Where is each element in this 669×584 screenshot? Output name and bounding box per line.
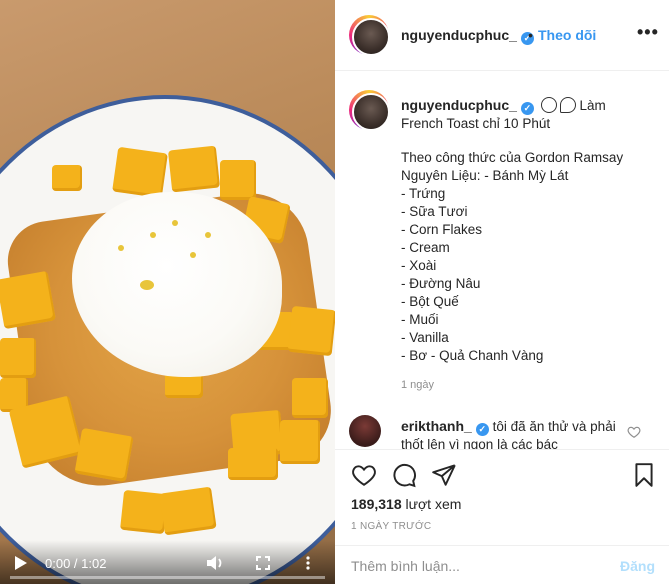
- more-vertical-icon[interactable]: [305, 555, 311, 574]
- save-icon[interactable]: [631, 462, 657, 488]
- caption-line: - Trứng: [401, 186, 446, 201]
- lemon-zest: [118, 245, 124, 251]
- caption-body: Theo công thức của Gordon Ramsay Nguyên …: [401, 149, 623, 365]
- volume-icon[interactable]: [206, 555, 224, 574]
- fullscreen-icon[interactable]: [255, 555, 271, 574]
- mango-piece: [159, 486, 217, 536]
- caption-line: - Đường Nâu: [401, 276, 481, 291]
- post-side-panel: nguyenducphuc_ ✓ • Theo dõi ••• nguyenduc…: [335, 0, 669, 584]
- caption-line: - Sữa Tươi: [401, 204, 468, 219]
- lemon-zest: [150, 232, 156, 238]
- caption-line: Theo công thức của Gordon Ramsay: [401, 150, 624, 165]
- commenter-avatar[interactable]: [349, 415, 381, 447]
- caption-age[interactable]: 1 ngày: [401, 379, 434, 391]
- share-icon[interactable]: [431, 462, 457, 488]
- caption-line: - Muối: [401, 312, 439, 327]
- mango-piece: [280, 420, 320, 464]
- caption-line: - Cream: [401, 240, 450, 255]
- comment-input[interactable]: [351, 556, 601, 576]
- lemon-zest: [205, 232, 211, 238]
- comments-section[interactable]: nguyenducphuc_ ✓ Làm French Toast chỉ 10 …: [335, 71, 669, 449]
- mango-piece: [52, 165, 82, 191]
- add-comment-bar: Đăng: [335, 545, 669, 584]
- caption-line: - Xoài: [401, 258, 437, 273]
- face-emoji-icon: [540, 97, 557, 113]
- caption-line: - Corn Flakes: [401, 222, 483, 237]
- mango-piece: [228, 448, 278, 480]
- caption-title-1: Làm: [579, 98, 606, 113]
- commenter-username[interactable]: erikthanh_ ✓: [401, 418, 489, 436]
- caption-line: Nguyên Liệu: - Bánh Mỳ Lát: [401, 168, 569, 183]
- magnifier-emoji-icon: [559, 97, 576, 113]
- caption-username[interactable]: nguyenducphuc_ ✓: [401, 97, 534, 115]
- comment-item: erikthanh_ ✓ tôi đã ăn thử và phải thốt l…: [401, 417, 631, 449]
- post-video[interactable]: 0:00 / 1:02: [0, 0, 335, 584]
- lemon-zest: [172, 220, 178, 226]
- post-comment-button[interactable]: Đăng: [620, 558, 655, 574]
- caption-line: - Vanilla: [401, 330, 449, 345]
- post-time[interactable]: 1 NGÀY TRƯỚC: [351, 521, 431, 532]
- post-header: nguyenducphuc_ ✓ • Theo dõi •••: [335, 0, 669, 71]
- lemon-zest: [190, 252, 196, 258]
- follow-button[interactable]: Theo dõi: [538, 27, 596, 43]
- caption-avatar[interactable]: [349, 90, 390, 131]
- instagram-post-modal: 0:00 / 1:02 nguyenducphuc_ ✓ • Theo dõi •…: [0, 0, 669, 584]
- mango-piece: [74, 427, 134, 483]
- video-controls: 0:00 / 1:02: [0, 540, 335, 584]
- mango-piece: [0, 270, 56, 330]
- lemon-zest: [140, 280, 154, 290]
- like-icon[interactable]: [351, 462, 377, 488]
- mango-piece: [292, 378, 328, 418]
- author-username[interactable]: nguyenducphuc_ ✓: [401, 27, 534, 45]
- video-time: 0:00 / 1:02: [45, 556, 107, 571]
- caption-line: - Bơ - Quả Chanh Vàng: [401, 348, 544, 363]
- separator-dot: •: [528, 27, 533, 43]
- mango-piece: [287, 305, 335, 357]
- verified-badge-icon: ✓: [475, 423, 489, 436]
- author-avatar[interactable]: [349, 15, 390, 56]
- caption-line: - Bột Quế: [401, 294, 459, 309]
- caption-header: nguyenducphuc_ ✓ Làm French Toast chỉ 10 …: [401, 96, 656, 133]
- mango-piece: [0, 338, 36, 378]
- more-options-icon[interactable]: •••: [637, 22, 659, 43]
- play-icon[interactable]: [14, 555, 28, 571]
- comment-icon[interactable]: [391, 462, 417, 488]
- view-count[interactable]: 189,318 lượt xem: [351, 496, 461, 512]
- mango-piece: [112, 146, 168, 199]
- caption-title-2: French Toast chỉ 10 Phút: [401, 116, 551, 131]
- verified-badge-icon: ✓: [520, 102, 534, 115]
- post-actions: 189,318 lượt xem 1 NGÀY TRƯỚC: [335, 449, 669, 545]
- mango-piece: [220, 160, 256, 200]
- video-progress-bar[interactable]: [10, 576, 325, 579]
- like-comment-icon[interactable]: [627, 425, 641, 439]
- mango-piece: [167, 145, 221, 193]
